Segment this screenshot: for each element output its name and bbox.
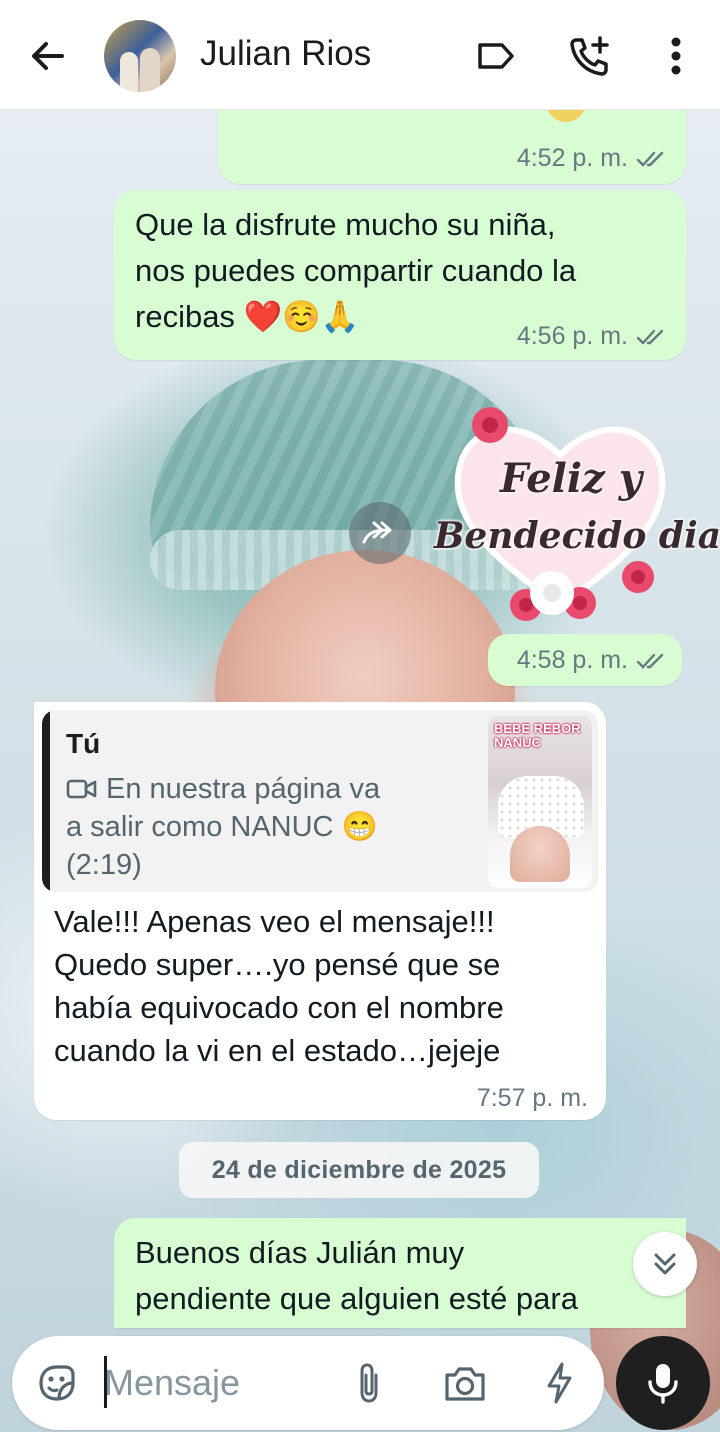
sticker-text-line: Feliz y bbox=[500, 455, 642, 502]
message-bubble-incoming[interactable]: Tú En nuestra página va a salir como NAN… bbox=[34, 702, 606, 1120]
contact-name[interactable]: Julian Rios bbox=[200, 34, 371, 74]
add-call-icon bbox=[570, 36, 609, 76]
quick-reply-button[interactable] bbox=[534, 1358, 584, 1408]
message-time: 4:58 p. m. bbox=[516, 646, 628, 674]
sticker-button[interactable] bbox=[32, 1358, 82, 1408]
double-chevron-down-icon bbox=[654, 1253, 676, 1275]
message-line: cuando la vi en el estado…jejeje bbox=[54, 1033, 501, 1068]
voice-message-button[interactable] bbox=[616, 1336, 710, 1430]
message-line: Quedo super….yo pensé que se bbox=[54, 947, 501, 982]
quote-text: En nuestra página va a salir como NANUC … bbox=[66, 770, 426, 884]
quote-accent-bar bbox=[42, 710, 50, 892]
forward-button[interactable] bbox=[349, 502, 411, 564]
message-line: Vale!!! Apenas veo el mensaje!!! bbox=[54, 904, 495, 939]
scroll-to-bottom-button[interactable] bbox=[633, 1232, 697, 1296]
more-options-button[interactable] bbox=[652, 32, 700, 80]
contact-avatar[interactable] bbox=[104, 20, 176, 92]
sticker-message[interactable]: Feliz y Bendecido dia bbox=[430, 395, 720, 635]
quote-line: (2:19) bbox=[66, 849, 142, 881]
message-meta: 4:56 p. m. bbox=[517, 322, 668, 351]
thumbnail-legs bbox=[510, 826, 570, 882]
forward-icon bbox=[362, 521, 392, 544]
date-separator: 24 de diciembre de 2025 bbox=[179, 1142, 539, 1198]
message-time: 4:56 p. m. bbox=[516, 322, 628, 350]
chat-header: Julian Rios bbox=[0, 0, 720, 110]
sticker-time-chip: 4:58 p. m. bbox=[488, 634, 682, 686]
quote-line: En nuestra página va bbox=[106, 773, 381, 805]
label-button[interactable] bbox=[472, 32, 520, 80]
message-meta: 4:52 p. m. bbox=[517, 144, 668, 173]
sticker-text-line: Bendecido dia bbox=[434, 515, 720, 557]
message-line: había equivocado con el nombre bbox=[54, 990, 504, 1025]
label-icon bbox=[478, 43, 514, 69]
read-ticks-icon bbox=[636, 329, 664, 345]
message-text: Buenos días Julián muy pendiente que alg… bbox=[135, 1230, 578, 1322]
lightning-icon bbox=[547, 1362, 572, 1404]
message-text: Vale!!! Apenas veo el mensaje!!! Quedo s… bbox=[54, 900, 504, 1072]
message-line: pendiente que alguien esté para bbox=[135, 1281, 578, 1316]
message-input[interactable] bbox=[104, 1352, 324, 1414]
quote-thumbnail: BEBE REBOR NANUC bbox=[488, 716, 592, 888]
message-meta: 4:58 p. m. bbox=[517, 646, 668, 675]
back-arrow-icon bbox=[32, 42, 64, 70]
camera-icon bbox=[445, 1367, 485, 1401]
sticker-icon bbox=[39, 1365, 75, 1401]
quote-line: a salir como NANUC 😁 bbox=[66, 811, 378, 843]
more-vert-icon bbox=[671, 37, 681, 75]
camera-button[interactable] bbox=[440, 1358, 490, 1408]
message-time: 4:52 p. m. bbox=[516, 144, 628, 172]
back-button[interactable] bbox=[28, 36, 68, 76]
message-line: Buenos días Julián muy bbox=[135, 1235, 465, 1270]
attach-button[interactable] bbox=[344, 1358, 394, 1408]
message-time: 7:57 p. m. bbox=[476, 1084, 588, 1112]
message-bubble-outgoing[interactable]: 4:52 p. m. bbox=[218, 100, 686, 184]
attach-icon bbox=[360, 1363, 378, 1403]
read-ticks-icon bbox=[636, 151, 664, 167]
message-text: Que la disfrute mucho su niña, nos puede… bbox=[135, 202, 576, 340]
read-ticks-icon bbox=[636, 653, 664, 669]
reply-quote[interactable]: Tú En nuestra página va a salir como NAN… bbox=[42, 710, 598, 892]
message-meta: 7:57 p. m. bbox=[477, 1084, 588, 1113]
text-cursor bbox=[104, 1356, 107, 1408]
add-call-button[interactable] bbox=[566, 32, 614, 80]
video-icon bbox=[66, 779, 97, 799]
message-line: recibas ❤️☺️🙏 bbox=[135, 299, 360, 334]
message-bubble-outgoing[interactable]: Buenos días Julián muy pendiente que alg… bbox=[114, 1218, 686, 1328]
message-bubble-outgoing[interactable]: Que la disfrute mucho su niña, nos puede… bbox=[114, 190, 686, 360]
mic-icon bbox=[648, 1364, 678, 1404]
thumbnail-label: BEBE REBOR NANUC bbox=[494, 721, 581, 750]
message-line: Que la disfrute mucho su niña, bbox=[135, 207, 556, 242]
message-composer bbox=[12, 1336, 604, 1430]
quote-author: Tú bbox=[66, 728, 101, 759]
message-line: nos puedes compartir cuando la bbox=[135, 253, 577, 288]
